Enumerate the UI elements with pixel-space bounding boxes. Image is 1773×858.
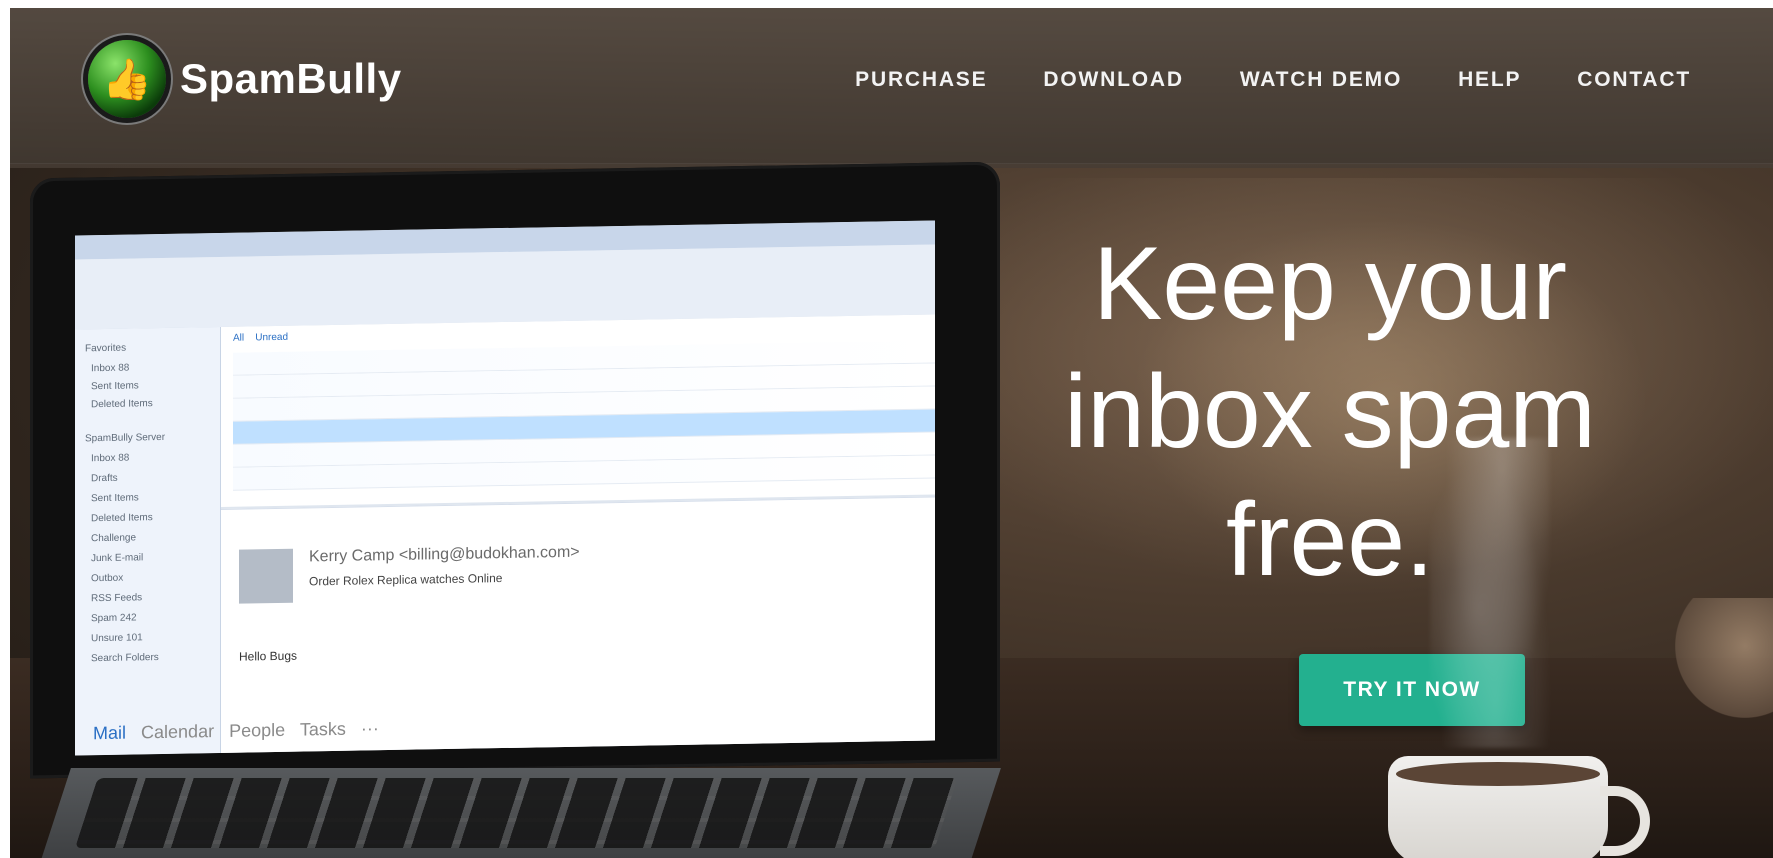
laptop-keyboard xyxy=(39,768,1001,858)
laptop-screen: Favorites Inbox 88 Sent Items Deleted It… xyxy=(75,220,935,756)
coffee-cup xyxy=(1388,756,1608,858)
hero-background: 👍 SpamBully PURCHASE DOWNLOAD WATCH DEMO… xyxy=(10,8,1773,858)
screen-sidebar: Favorites Inbox 88 Sent Items Deleted It… xyxy=(75,326,221,756)
sender-email: <billing@budokhan.com> xyxy=(398,543,580,564)
email-tab-unread[interactable]: Unread xyxy=(255,332,288,344)
reading-pane: Kerry Camp <billing@budokhan.com> Order … xyxy=(221,496,935,754)
sender-name: Kerry Camp xyxy=(309,546,395,566)
top-navigation-bar: 👍 SpamBully PURCHASE DOWNLOAD WATCH DEMO… xyxy=(10,8,1773,164)
footer-calendar[interactable]: Calendar xyxy=(141,721,214,742)
thumbs-up-logo-icon: 👍 xyxy=(88,40,166,118)
nav-help[interactable]: HELP xyxy=(1458,68,1521,92)
coffee-steam xyxy=(1430,438,1550,748)
footer-people[interactable]: People xyxy=(229,720,285,741)
footer-tasks[interactable]: Tasks xyxy=(300,719,346,740)
nav-contact[interactable]: CONTACT xyxy=(1577,68,1691,92)
nav-purchase[interactable]: PURCHASE xyxy=(855,68,987,92)
brand-logo[interactable]: 👍 SpamBully xyxy=(88,40,402,118)
email-greeting: Hello Bugs xyxy=(239,648,298,664)
footer-mail[interactable]: Mail xyxy=(93,723,126,744)
email-list[interactable]: All Unread xyxy=(221,314,935,507)
nav-download[interactable]: DOWNLOAD xyxy=(1043,68,1183,92)
email-subject: Order Rolex Replica watches Online xyxy=(309,571,503,589)
hero-title-line-1: Keep your xyxy=(1092,226,1568,342)
avatar xyxy=(239,548,293,604)
email-tab-all[interactable]: All xyxy=(233,333,244,344)
background-basket xyxy=(1675,598,1773,718)
brand-name: SpamBully xyxy=(180,55,402,102)
main-nav: PURCHASE DOWNLOAD WATCH DEMO HELP CONTAC… xyxy=(855,68,1691,92)
footer-more[interactable]: ··· xyxy=(361,718,379,738)
nav-watch-demo[interactable]: WATCH DEMO xyxy=(1240,68,1402,92)
